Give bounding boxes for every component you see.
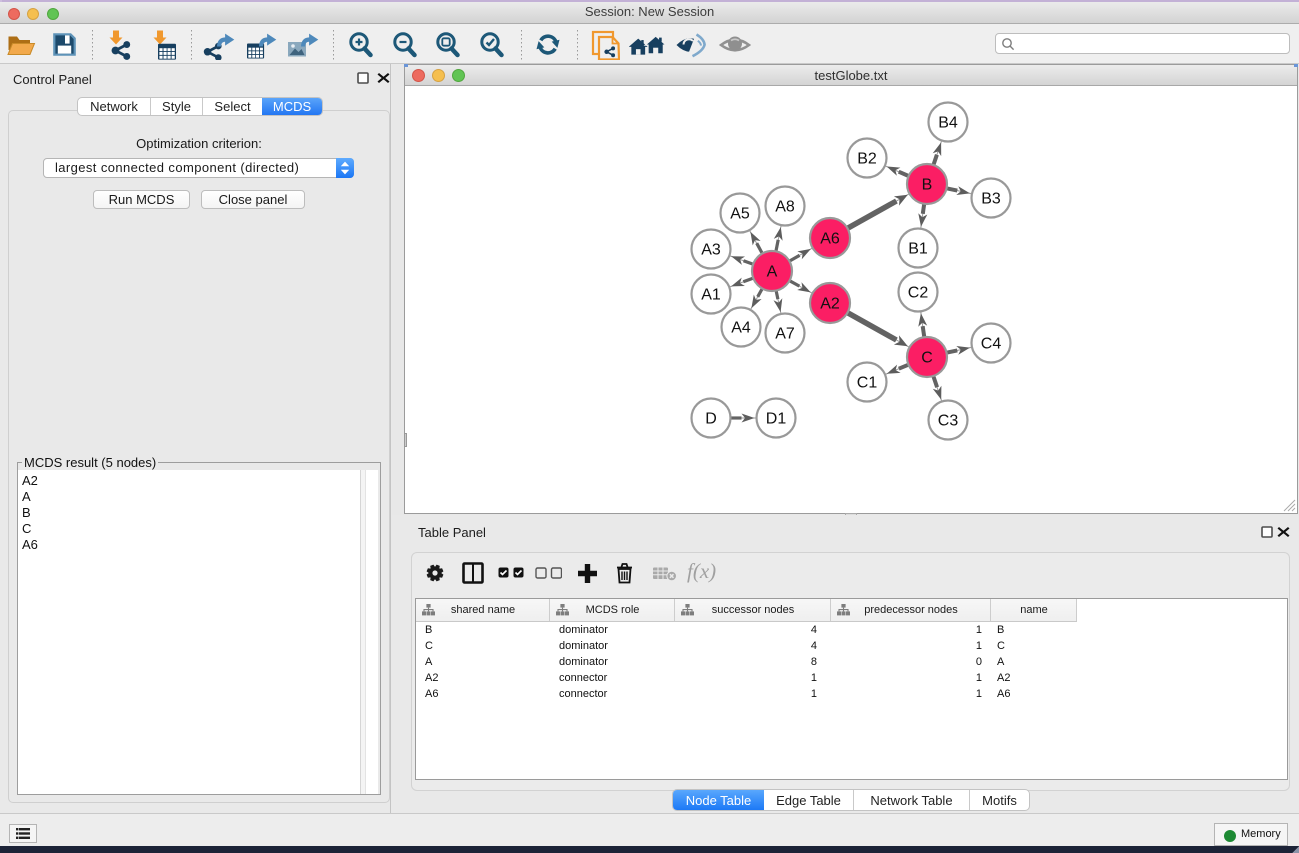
svg-text:D: D [705, 411, 717, 428]
svg-text:D1: D1 [766, 411, 787, 428]
svg-text:A1: A1 [701, 287, 721, 304]
svg-text:A: A [767, 264, 778, 281]
svg-text:C2: C2 [908, 285, 929, 302]
svg-text:B2: B2 [857, 151, 877, 168]
svg-text:C4: C4 [981, 336, 1002, 353]
svg-text:B4: B4 [938, 115, 958, 132]
svg-text:A3: A3 [701, 242, 721, 259]
svg-text:B: B [922, 177, 933, 194]
svg-text:B1: B1 [908, 241, 928, 258]
svg-text:B3: B3 [981, 191, 1001, 208]
svg-text:A7: A7 [775, 326, 795, 343]
svg-text:A4: A4 [731, 320, 751, 337]
svg-text:A2: A2 [820, 296, 840, 313]
svg-text:A5: A5 [730, 206, 750, 223]
svg-text:C: C [921, 350, 933, 367]
svg-text:A8: A8 [775, 199, 795, 216]
svg-text:A6: A6 [820, 231, 840, 248]
svg-text:C1: C1 [857, 375, 878, 392]
svg-text:C3: C3 [938, 413, 959, 430]
